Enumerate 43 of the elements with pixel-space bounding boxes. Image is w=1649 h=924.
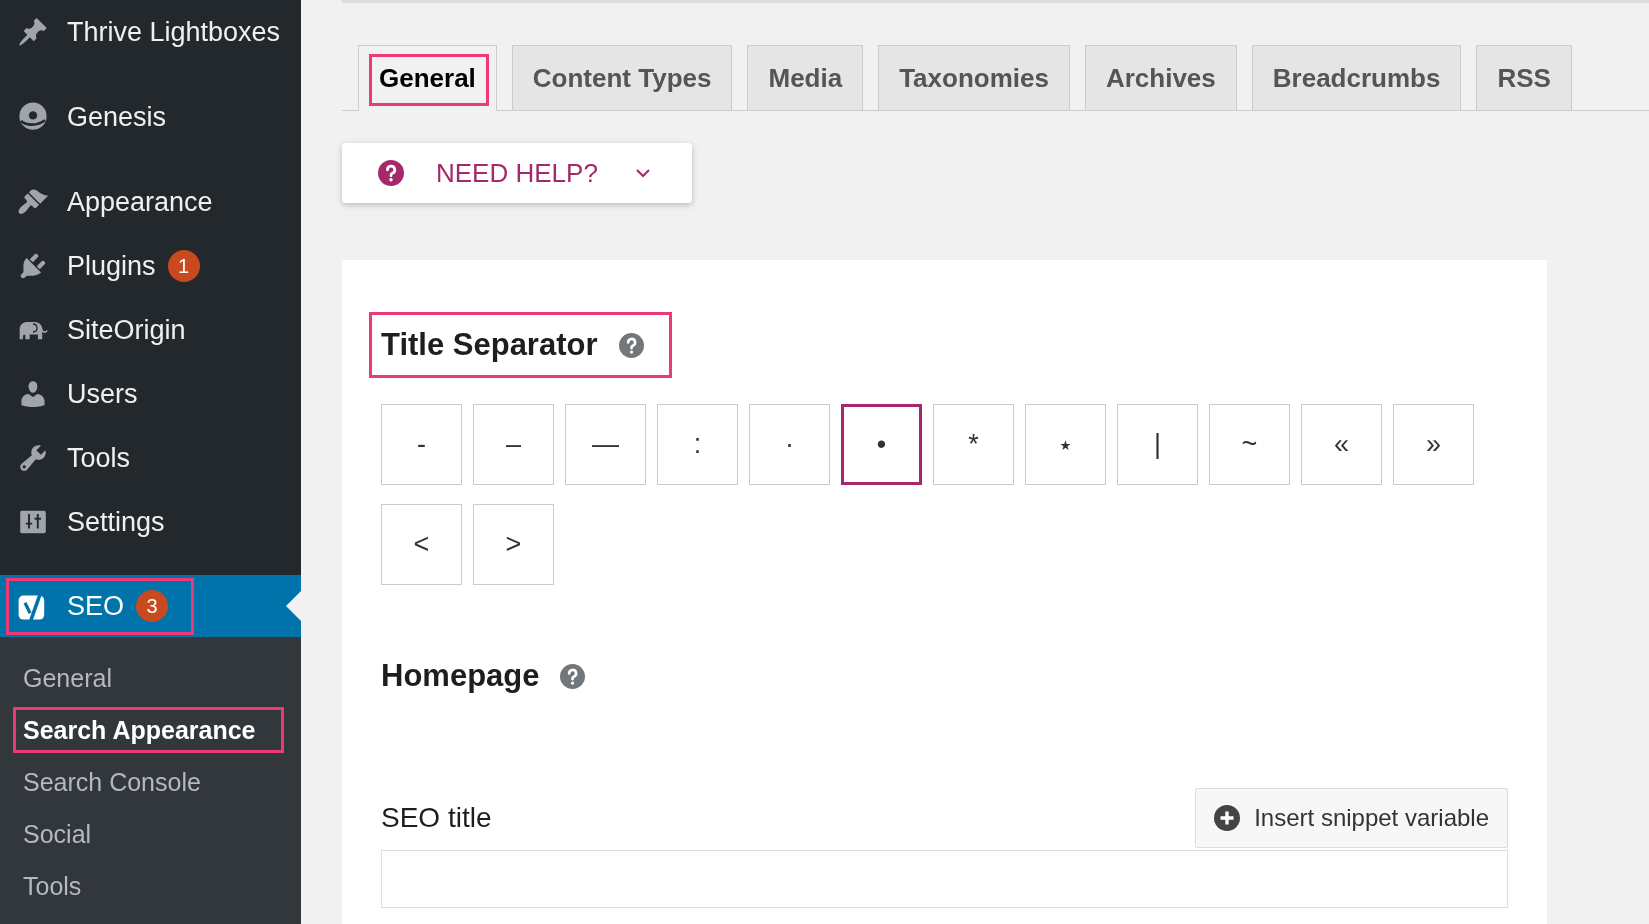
section-title: Homepage bbox=[381, 658, 540, 694]
plus-circle-icon bbox=[1214, 805, 1241, 831]
help-icon bbox=[378, 160, 404, 186]
field-label: SEO title bbox=[381, 802, 492, 834]
count-badge: 1 bbox=[167, 250, 200, 282]
insert-variable-button[interactable]: Insert snippet variable bbox=[1195, 788, 1508, 848]
menu-item[interactable]: SEO 3 bbox=[0, 575, 301, 637]
separator-option[interactable]: - bbox=[381, 404, 462, 485]
separator-option[interactable]: » bbox=[1393, 404, 1474, 485]
separator-option[interactable]: | bbox=[1117, 404, 1198, 485]
submenu-item[interactable]: General bbox=[0, 652, 301, 704]
submenu-item[interactable]: Tools bbox=[0, 860, 301, 912]
separator-option[interactable]: > bbox=[473, 504, 554, 585]
count-badge: 3 bbox=[136, 590, 169, 622]
text-input-field[interactable] bbox=[381, 850, 1508, 908]
separator-option[interactable]: : bbox=[657, 404, 738, 485]
tab[interactable]: RSS bbox=[1476, 45, 1572, 111]
wrench-icon bbox=[17, 442, 49, 474]
separator-option[interactable]: – bbox=[473, 404, 554, 485]
separator-option[interactable]: • bbox=[841, 404, 922, 485]
tab[interactable]: General bbox=[358, 45, 497, 111]
submenu-item[interactable]: Social bbox=[0, 808, 301, 860]
separator-option[interactable]: · bbox=[749, 404, 830, 485]
pin-icon bbox=[17, 16, 49, 48]
separator-option[interactable]: « bbox=[1301, 404, 1382, 485]
separator-option[interactable]: ⋆ bbox=[1025, 404, 1106, 485]
separator-option[interactable]: < bbox=[381, 504, 462, 585]
round-emblem-icon bbox=[17, 101, 49, 133]
tab[interactable]: Breadcrumbs bbox=[1251, 45, 1462, 111]
separator-option[interactable]: * bbox=[933, 404, 1014, 485]
pointer-arrow-icon bbox=[286, 591, 301, 621]
help-icon[interactable] bbox=[560, 663, 586, 689]
submenu-item[interactable]: Search Console bbox=[0, 756, 301, 808]
tab[interactable]: Taxonomies bbox=[878, 45, 1070, 111]
tab[interactable]: Archives bbox=[1084, 45, 1237, 111]
section-title: Title Separator bbox=[381, 327, 598, 363]
separator-option[interactable]: — bbox=[565, 404, 646, 485]
separator-option[interactable]: ~ bbox=[1209, 404, 1290, 485]
need-help-button[interactable]: NEED HELP? bbox=[342, 143, 692, 203]
help-icon[interactable] bbox=[618, 332, 644, 358]
submenu-item[interactable]: Search Appearance bbox=[0, 704, 301, 756]
tab[interactable]: Media bbox=[747, 45, 864, 111]
tab[interactable]: Content Types bbox=[511, 45, 733, 111]
